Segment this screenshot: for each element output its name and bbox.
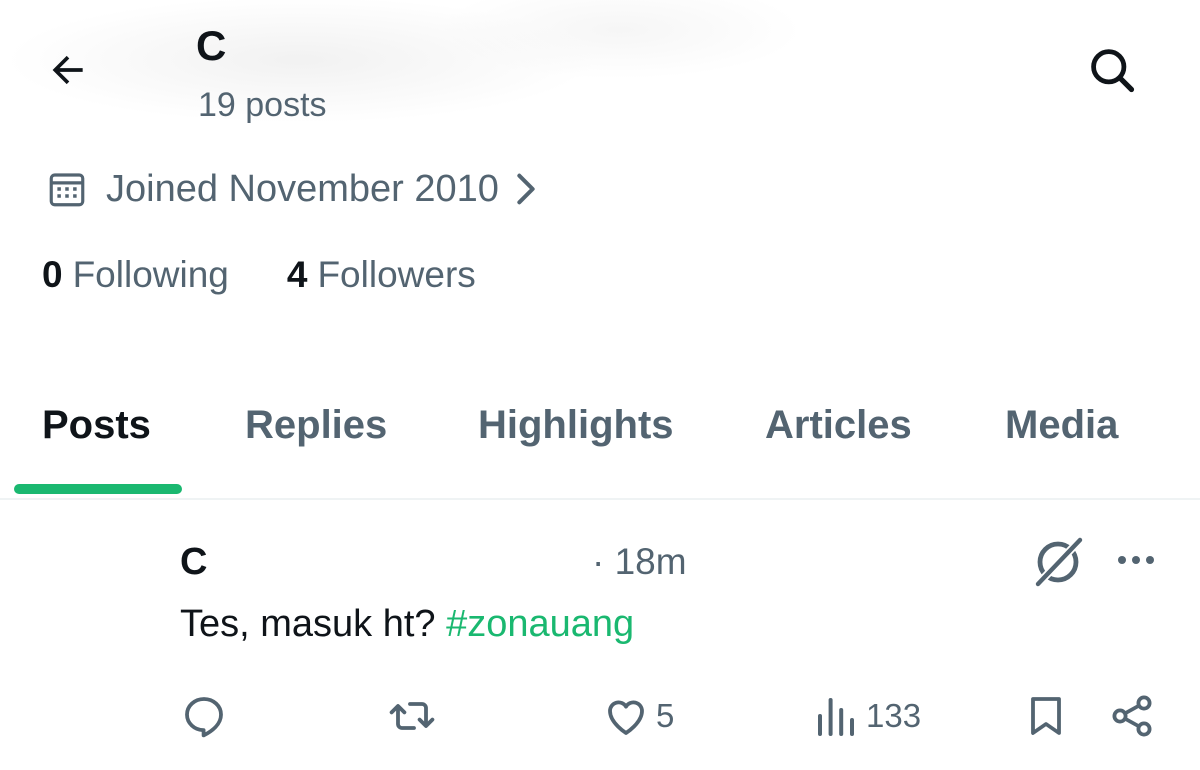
active-tab-indicator [14,484,182,494]
profile-name: C [196,22,227,69]
followers-link[interactable]: 4 Followers [287,254,476,296]
post-text: Tes, masuk ht? #zonauang [180,600,634,648]
chevron-right-icon [513,169,543,209]
heart-icon [602,692,650,740]
share-button[interactable] [1108,686,1156,746]
more-options-button[interactable] [1110,540,1162,584]
post-item[interactable]: C · 18m Tes, masuk ht? #zonauang 5 133 [0,500,1200,770]
views-button[interactable]: 133 [812,686,921,746]
bookmark-icon [1022,692,1070,740]
grok-icon [1030,534,1086,595]
joined-date-text: Joined November 2010 [106,168,499,210]
tab-articles[interactable]: Articles [765,400,912,450]
followers-count: 4 [286,254,308,295]
repost-icon [388,692,436,740]
reply-icon [180,692,228,740]
following-label: Following [72,254,229,295]
views-count: 133 [866,697,922,734]
like-button[interactable]: 5 [602,686,674,746]
tab-posts[interactable]: Posts [42,400,151,450]
share-icon [1108,692,1156,740]
views-icon [812,692,860,740]
back-button[interactable] [36,40,100,104]
bookmark-button[interactable] [1022,686,1070,746]
post-text-body: Tes, masuk ht? [180,603,447,645]
grok-button[interactable] [1030,536,1086,592]
tab-media[interactable]: Media [1005,400,1118,450]
more-icon [1114,553,1158,572]
joined-date-row[interactable]: Joined November 2010 [46,162,543,216]
header-banner-blur [0,0,1200,150]
search-button[interactable] [1080,40,1144,104]
post-author-name[interactable]: C [180,540,207,584]
post-actions: 5 133 [0,686,1200,746]
profile-tabs: Posts Replies Highlights Articles Media [0,380,1200,500]
following-count: 0 [42,254,63,295]
reply-button[interactable] [180,686,228,746]
like-count: 5 [656,697,675,734]
tab-replies[interactable]: Replies [245,400,387,450]
repost-button[interactable] [388,686,436,746]
followers-label: Followers [317,254,476,295]
post-count: 19 posts [198,86,327,124]
post-timestamp[interactable]: · 18m [592,540,687,584]
search-icon [1086,44,1138,101]
calendar-icon [46,168,88,210]
following-link[interactable]: 0 Following [42,254,229,296]
follow-stats: 0 Following 4 Followers [42,250,534,300]
tab-highlights[interactable]: Highlights [478,400,674,450]
post-hashtag-link[interactable]: #zonauang [446,603,634,645]
profile-page: C 19 posts Joined November 2010 0 Follow… [0,0,1200,770]
arrow-left-icon [46,48,90,97]
